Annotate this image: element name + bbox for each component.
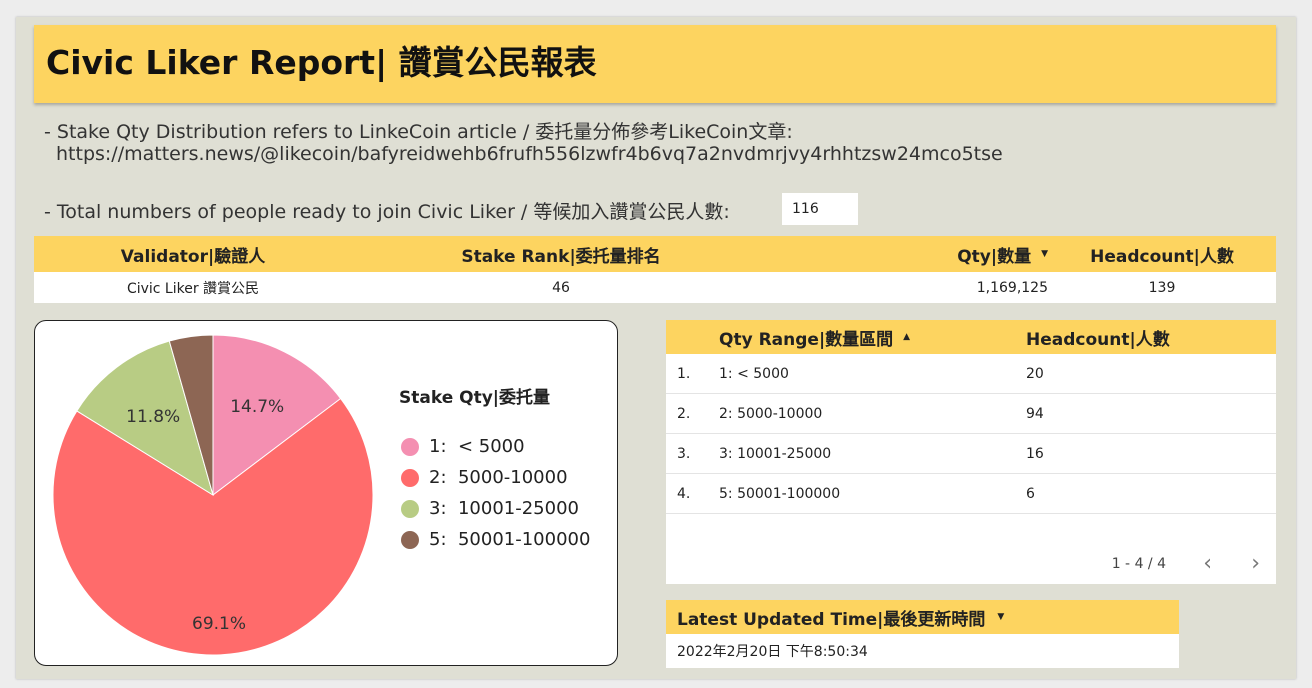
sort-asc-icon[interactable]: ▲	[903, 320, 910, 354]
slice-label-1: 14.7%	[230, 397, 284, 417]
col-headcount[interactable]: Headcount|人數	[1048, 236, 1276, 272]
waiting-count-value: 116	[782, 193, 858, 225]
page-title: Civic Liker Report| 讚賞公民報表	[46, 43, 597, 82]
sort-desc-icon[interactable]: ▼	[997, 612, 1004, 622]
report-canvas: Civic Liker Report| 讚賞公民報表 - Stake Qty D…	[16, 17, 1296, 679]
sort-desc-icon[interactable]: ▼	[1041, 249, 1048, 259]
col-range-headcount[interactable]: Headcount|人數	[1026, 320, 1170, 354]
headcount-value: 139	[1148, 279, 1176, 296]
row-count: 20	[1026, 365, 1044, 382]
legend-item-2[interactable]: 2: 5000-10000	[401, 467, 568, 488]
legend-dot-4	[401, 530, 419, 549]
latest-updated-header[interactable]: Latest Updated Time|最後更新時間 ▼	[666, 600, 1179, 634]
distribution-note: - Stake Qty Distribution refers to Linke…	[44, 121, 793, 143]
row-count: 94	[1026, 405, 1044, 422]
chevron-right-icon[interactable]: ›	[1251, 544, 1260, 584]
latest-updated-value: 2022年2月20日 下午8:50:34	[666, 634, 1179, 668]
row-count: 6	[1026, 485, 1035, 502]
stake-rank: 46	[552, 279, 570, 296]
pager-range: 1 - 4 / 4	[1111, 556, 1166, 572]
qty-range-table-header: Qty Range|數量區間 ▲ Headcount|人數	[666, 320, 1276, 354]
row-count: 16	[1026, 445, 1044, 462]
slice-label-2: 69.1%	[192, 614, 246, 634]
col-validator[interactable]: Validator|驗證人	[34, 236, 352, 272]
legend-dot-3	[401, 499, 419, 518]
table-row[interactable]: 3. 3: 10001-25000 16	[666, 434, 1276, 474]
row-index: 1.	[677, 365, 691, 382]
row-range: 3: 10001-25000	[719, 445, 832, 462]
row-range: 1: < 5000	[719, 365, 789, 382]
row-index: 4.	[677, 485, 691, 502]
row-range: 5: 50001-100000	[719, 485, 841, 502]
validator-name: Civic Liker 讚賞公民	[126, 280, 260, 297]
legend-item-4[interactable]: 5: 50001-100000	[401, 529, 590, 550]
table-row[interactable]: 4. 5: 50001-100000 6	[666, 474, 1276, 514]
table-row: Civic Liker 讚賞公民 46 1,169,125 139	[34, 272, 1276, 303]
qty-value: 1,169,125	[976, 279, 1048, 296]
legend-dot-1	[401, 437, 419, 456]
col-stake-rank[interactable]: Stake Rank|委托量排名	[352, 236, 770, 272]
table-pager: 1 - 4 / 4 ‹ ›	[666, 544, 1276, 584]
col-qty[interactable]: Qty|數量 ▼	[770, 236, 1048, 272]
legend-dot-2	[401, 468, 419, 487]
validator-table-header: Validator|驗證人 Stake Rank|委托量排名 Qty|數量 ▼ …	[34, 236, 1276, 272]
slice-label-3: 11.8%	[126, 407, 180, 427]
latest-updated-panel: Latest Updated Time|最後更新時間 ▼ 2022年2月20日 …	[666, 600, 1179, 668]
row-index: 3.	[677, 445, 691, 462]
waiting-count-label: - Total numbers of people ready to join …	[44, 201, 730, 223]
table-row[interactable]: 1. 1: < 5000 20	[666, 354, 1276, 394]
table-row[interactable]: 2. 2: 5000-10000 94	[666, 394, 1276, 434]
validator-table: Validator|驗證人 Stake Rank|委托量排名 Qty|數量 ▼ …	[34, 236, 1276, 303]
qty-range-table: Qty Range|數量區間 ▲ Headcount|人數 1. 1: < 50…	[666, 320, 1276, 584]
article-url[interactable]: https://matters.news/@likecoin/bafyreidw…	[56, 143, 1003, 165]
stake-pie-card: 14.7% 69.1% 11.8% Stake Qty|委托量 1: < 5000 …	[34, 320, 618, 666]
row-index: 2.	[677, 405, 691, 422]
report-header: Civic Liker Report| 讚賞公民報表	[34, 25, 1276, 103]
pie-chart: 14.7% 69.1% 11.8%	[52, 334, 374, 656]
chevron-left-icon[interactable]: ‹	[1203, 544, 1212, 584]
col-qty-range[interactable]: Qty Range|數量區間 ▲	[719, 320, 910, 354]
legend-item-3[interactable]: 3: 10001-25000	[401, 498, 579, 519]
legend-title: Stake Qty|委托量	[399, 388, 551, 408]
legend-item-1[interactable]: 1: < 5000	[401, 436, 525, 457]
row-range: 2: 5000-10000	[719, 405, 823, 422]
